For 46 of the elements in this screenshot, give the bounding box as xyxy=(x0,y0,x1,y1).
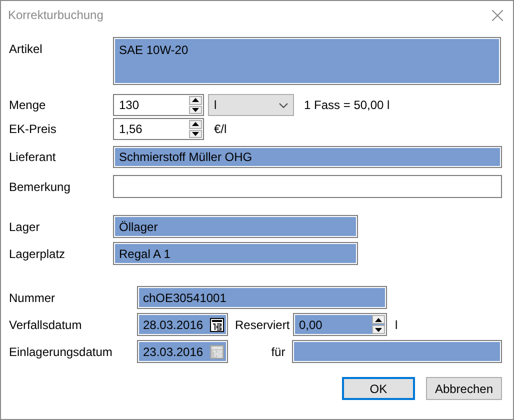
unit-text: €/l xyxy=(214,121,227,138)
arrow-up-icon xyxy=(375,318,382,322)
unit-text: l xyxy=(395,316,398,334)
arrow-up-icon xyxy=(192,98,199,102)
conversion-text: 1 Fass = 50,00 l xyxy=(304,97,390,114)
field-label: Nummer xyxy=(9,290,56,306)
arrow-down-icon xyxy=(192,132,199,136)
input-field[interactable]: Regal A 1 xyxy=(113,242,358,265)
chevron-down-icon xyxy=(279,102,288,108)
input-field[interactable]: Schmierstoff Müller OHG xyxy=(113,146,502,168)
window-title: Korrekturbuchung xyxy=(8,7,104,24)
arrow-down-icon xyxy=(192,108,199,112)
field-label: Lager xyxy=(9,218,41,236)
input-field[interactable]: SAE 10W-20 xyxy=(113,37,501,85)
dialog-button[interactable]: OK xyxy=(342,377,415,400)
arrow-down-icon xyxy=(375,328,382,332)
input-field[interactable] xyxy=(113,175,502,198)
calendar-icon[interactable] xyxy=(210,318,224,332)
unit-dropdown[interactable]: l xyxy=(208,94,294,116)
field-label: Artikel xyxy=(9,41,44,58)
spin-up-button[interactable] xyxy=(189,96,202,104)
field-label: Lieferant xyxy=(9,149,57,166)
field-label: EK-Preis xyxy=(9,121,58,138)
arrow-up-icon xyxy=(192,122,199,126)
spin-up-button[interactable] xyxy=(372,315,385,324)
input-field[interactable]: 23.03.2016 xyxy=(137,340,228,363)
close-icon[interactable] xyxy=(492,10,503,20)
field-label: Reserviert xyxy=(235,316,291,334)
field-label: Einlagerungsdatum xyxy=(9,344,114,360)
field-label: Bemerkung xyxy=(9,178,72,196)
spin-up-button[interactable] xyxy=(189,120,202,128)
spin-down-button[interactable] xyxy=(189,106,202,114)
spin-down-button[interactable] xyxy=(189,130,202,138)
input-field[interactable]: Öllager xyxy=(113,215,358,238)
field-label: Verfallsdatum xyxy=(9,316,83,334)
spin-down-button[interactable] xyxy=(372,325,385,334)
field-label: Lagerplatz xyxy=(9,246,66,262)
input-field[interactable]: 130 xyxy=(113,94,204,116)
field-label: Menge xyxy=(9,97,47,114)
dialog-button[interactable]: Abbrechen xyxy=(426,377,502,400)
input-field[interactable]: 1,56 xyxy=(113,118,204,140)
field-label: für xyxy=(270,344,286,360)
input-field[interactable]: 28.03.2016 xyxy=(137,313,228,336)
input-field[interactable] xyxy=(292,340,502,363)
input-field[interactable]: 0,00 xyxy=(293,313,387,336)
input-field[interactable]: chOE30541001 xyxy=(137,286,387,309)
